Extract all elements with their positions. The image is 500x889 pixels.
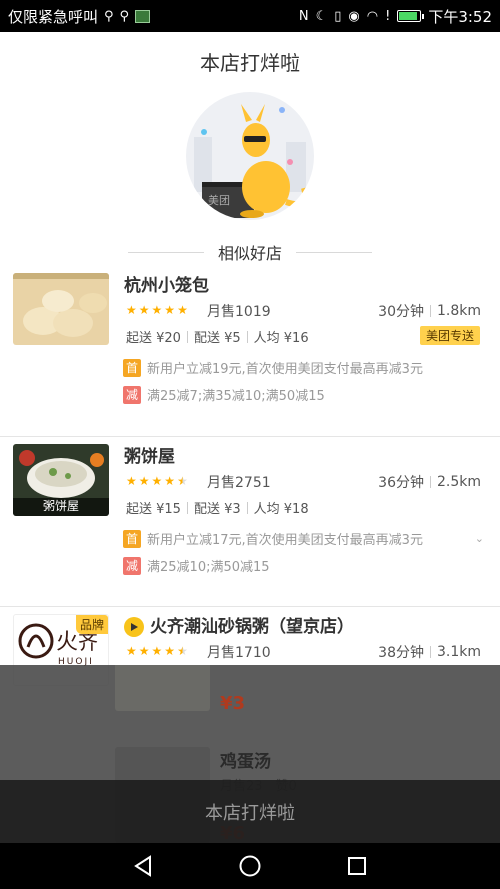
menu-item-name: 鸡蛋汤: [220, 752, 271, 772]
app-notification-icon: [135, 9, 151, 23]
delivery-time: 36分钟: [378, 475, 424, 491]
battery-icon: [397, 10, 425, 22]
promo-text: 新用户立减17元,首次使用美团支付最高再减3元: [147, 533, 423, 548]
system-nav-bar: [0, 843, 500, 889]
monthly-sales: 月售2751: [207, 475, 271, 491]
sim-alert-icon: !: [385, 8, 391, 24]
store-name-row[interactable]: 火齐潮汕砂锅粥（望京店）: [124, 612, 354, 637]
promo-text: 满25减7;满35减10;满50减15: [147, 389, 325, 404]
divider-line: [127, 251, 204, 253]
moon-icon: ☾: [315, 8, 328, 24]
monthly-sales: 月售1019: [207, 304, 271, 320]
delivery-info: 30分钟 1.8km: [378, 301, 481, 321]
recents-icon[interactable]: [342, 851, 372, 881]
svg-text:火: 火: [56, 630, 78, 655]
min-order: 起送 ¥20: [126, 331, 181, 346]
avg-price: 人均 ¥18: [253, 502, 309, 517]
star-icon: ★: [164, 303, 176, 317]
min-order: 起送 ¥15: [126, 502, 181, 517]
promo-discount: 减 满25减7;满35减10;满50减15: [123, 385, 325, 404]
distance: 3.1km: [436, 644, 481, 660]
avg-price: 人均 ¥16: [253, 331, 309, 346]
delivery-info: 38分钟 3.1km: [378, 642, 481, 662]
closed-store-illustration: 美团: [186, 92, 314, 220]
half-star-icon: ★: [177, 474, 188, 488]
promo-first-order: 首 新用户立减17元,首次使用美团支付最高再减3元: [123, 529, 423, 548]
star-icon: ★: [126, 644, 137, 658]
distance: 2.5km: [436, 474, 481, 490]
page-title: 本店打烊啦: [200, 50, 300, 75]
promo-text: 满25减10;满50减15: [147, 560, 270, 575]
promo-discount: 减 满25减10;满50减15: [123, 556, 270, 575]
distance: 1.8km: [436, 303, 481, 319]
star-icon: ★: [164, 474, 176, 488]
svg-text:美团: 美团: [208, 194, 230, 207]
star-icon: ★: [151, 474, 163, 488]
star-icon: ★: [164, 644, 176, 658]
rating-stars: ★ ★ ★ ★ ★: [126, 303, 188, 317]
discount-tag: 减: [123, 385, 141, 404]
status-bar: 仅限紧急呼叫 ⚲ ⚲ N ☾ ▯ ◉ ◠ ! 下午3:52: [0, 0, 500, 32]
thumbnail-label: 粥饼屋: [42, 499, 79, 513]
banner-text: 本店打烊啦: [205, 802, 295, 824]
star-icon: ★: [177, 303, 188, 317]
star-icon: ★: [138, 303, 150, 317]
delivery-time: 30分钟: [378, 304, 424, 320]
store-thumbnail: [13, 273, 109, 345]
store-thumbnail: 粥饼屋: [13, 444, 109, 516]
vibrate-icon: ▯: [334, 8, 342, 24]
home-icon[interactable]: [235, 851, 265, 881]
price-info: 起送 ¥20 配送 ¥5 人均 ¥16: [126, 327, 309, 346]
divider-line: [296, 251, 372, 253]
store-card[interactable]: 杭州小笼包 ★ ★ ★ ★ ★ 月售1019 30分钟 1.8km 起送 ¥20…: [0, 273, 500, 437]
page-header: 本店打烊啦: [0, 32, 500, 90]
store-card[interactable]: 粥饼屋 粥饼屋 ★ ★ ★ ★ ★ 月售2751 36分钟 2.5km 起送 ¥…: [0, 444, 500, 607]
monthly-sales: 月售1710: [207, 645, 271, 661]
similar-stores-header: 相似好店: [0, 240, 500, 264]
back-icon[interactable]: [128, 851, 158, 881]
store-name[interactable]: 粥饼屋: [124, 442, 175, 467]
delivery-time: 38分钟: [378, 645, 424, 661]
play-icon: [124, 617, 144, 637]
star-icon: ★: [126, 474, 137, 488]
usb-debug-icon: ⚲: [119, 8, 130, 24]
star-icon: ★: [126, 303, 137, 317]
section-title: 相似好店: [217, 244, 282, 263]
star-icon: ★: [151, 303, 163, 317]
discount-tag: 减: [123, 556, 141, 575]
star-icon: ★: [138, 644, 150, 658]
star-icon: ★: [151, 644, 163, 658]
food-image: [115, 665, 210, 711]
store-name[interactable]: 火齐潮汕砂锅粥（望京店）: [150, 617, 354, 637]
price-info: 起送 ¥15 配送 ¥3 人均 ¥18: [126, 498, 309, 517]
delivery-info: 36分钟 2.5km: [378, 472, 481, 492]
eye-icon: ◉: [348, 8, 360, 24]
first-order-tag: 首: [123, 358, 141, 377]
clock: 下午3:52: [428, 7, 492, 26]
star-icon: ★: [138, 474, 150, 488]
promo-first-order: 首 新用户立减19元,首次使用美团支付最高再减3元: [123, 358, 423, 377]
meituan-delivery-badge: 美团专送: [419, 326, 480, 345]
delivery-fee: 配送 ¥5: [193, 331, 241, 346]
first-order-tag: 首: [123, 529, 141, 548]
half-star-icon: ★: [177, 644, 188, 658]
usb-icon: ⚲: [104, 8, 114, 24]
menu-item-price: ¥3: [220, 693, 246, 714]
nfc-icon: N: [298, 8, 309, 24]
delivery-fee: 配送 ¥3: [193, 502, 241, 517]
store-closed-banner: 本店打烊啦: [0, 780, 500, 843]
chevron-down-icon[interactable]: ⌄: [475, 532, 484, 545]
rating-stars: ★ ★ ★ ★ ★: [126, 644, 188, 658]
carrier-text: 仅限紧急呼叫: [8, 7, 99, 26]
rating-stars: ★ ★ ★ ★ ★: [126, 474, 188, 488]
store-name[interactable]: 杭州小笼包: [124, 271, 209, 296]
wifi-icon: ◠: [366, 8, 379, 24]
brand-badge: 品牌: [75, 615, 108, 634]
promo-text: 新用户立减19元,首次使用美团支付最高再减3元: [147, 362, 423, 377]
